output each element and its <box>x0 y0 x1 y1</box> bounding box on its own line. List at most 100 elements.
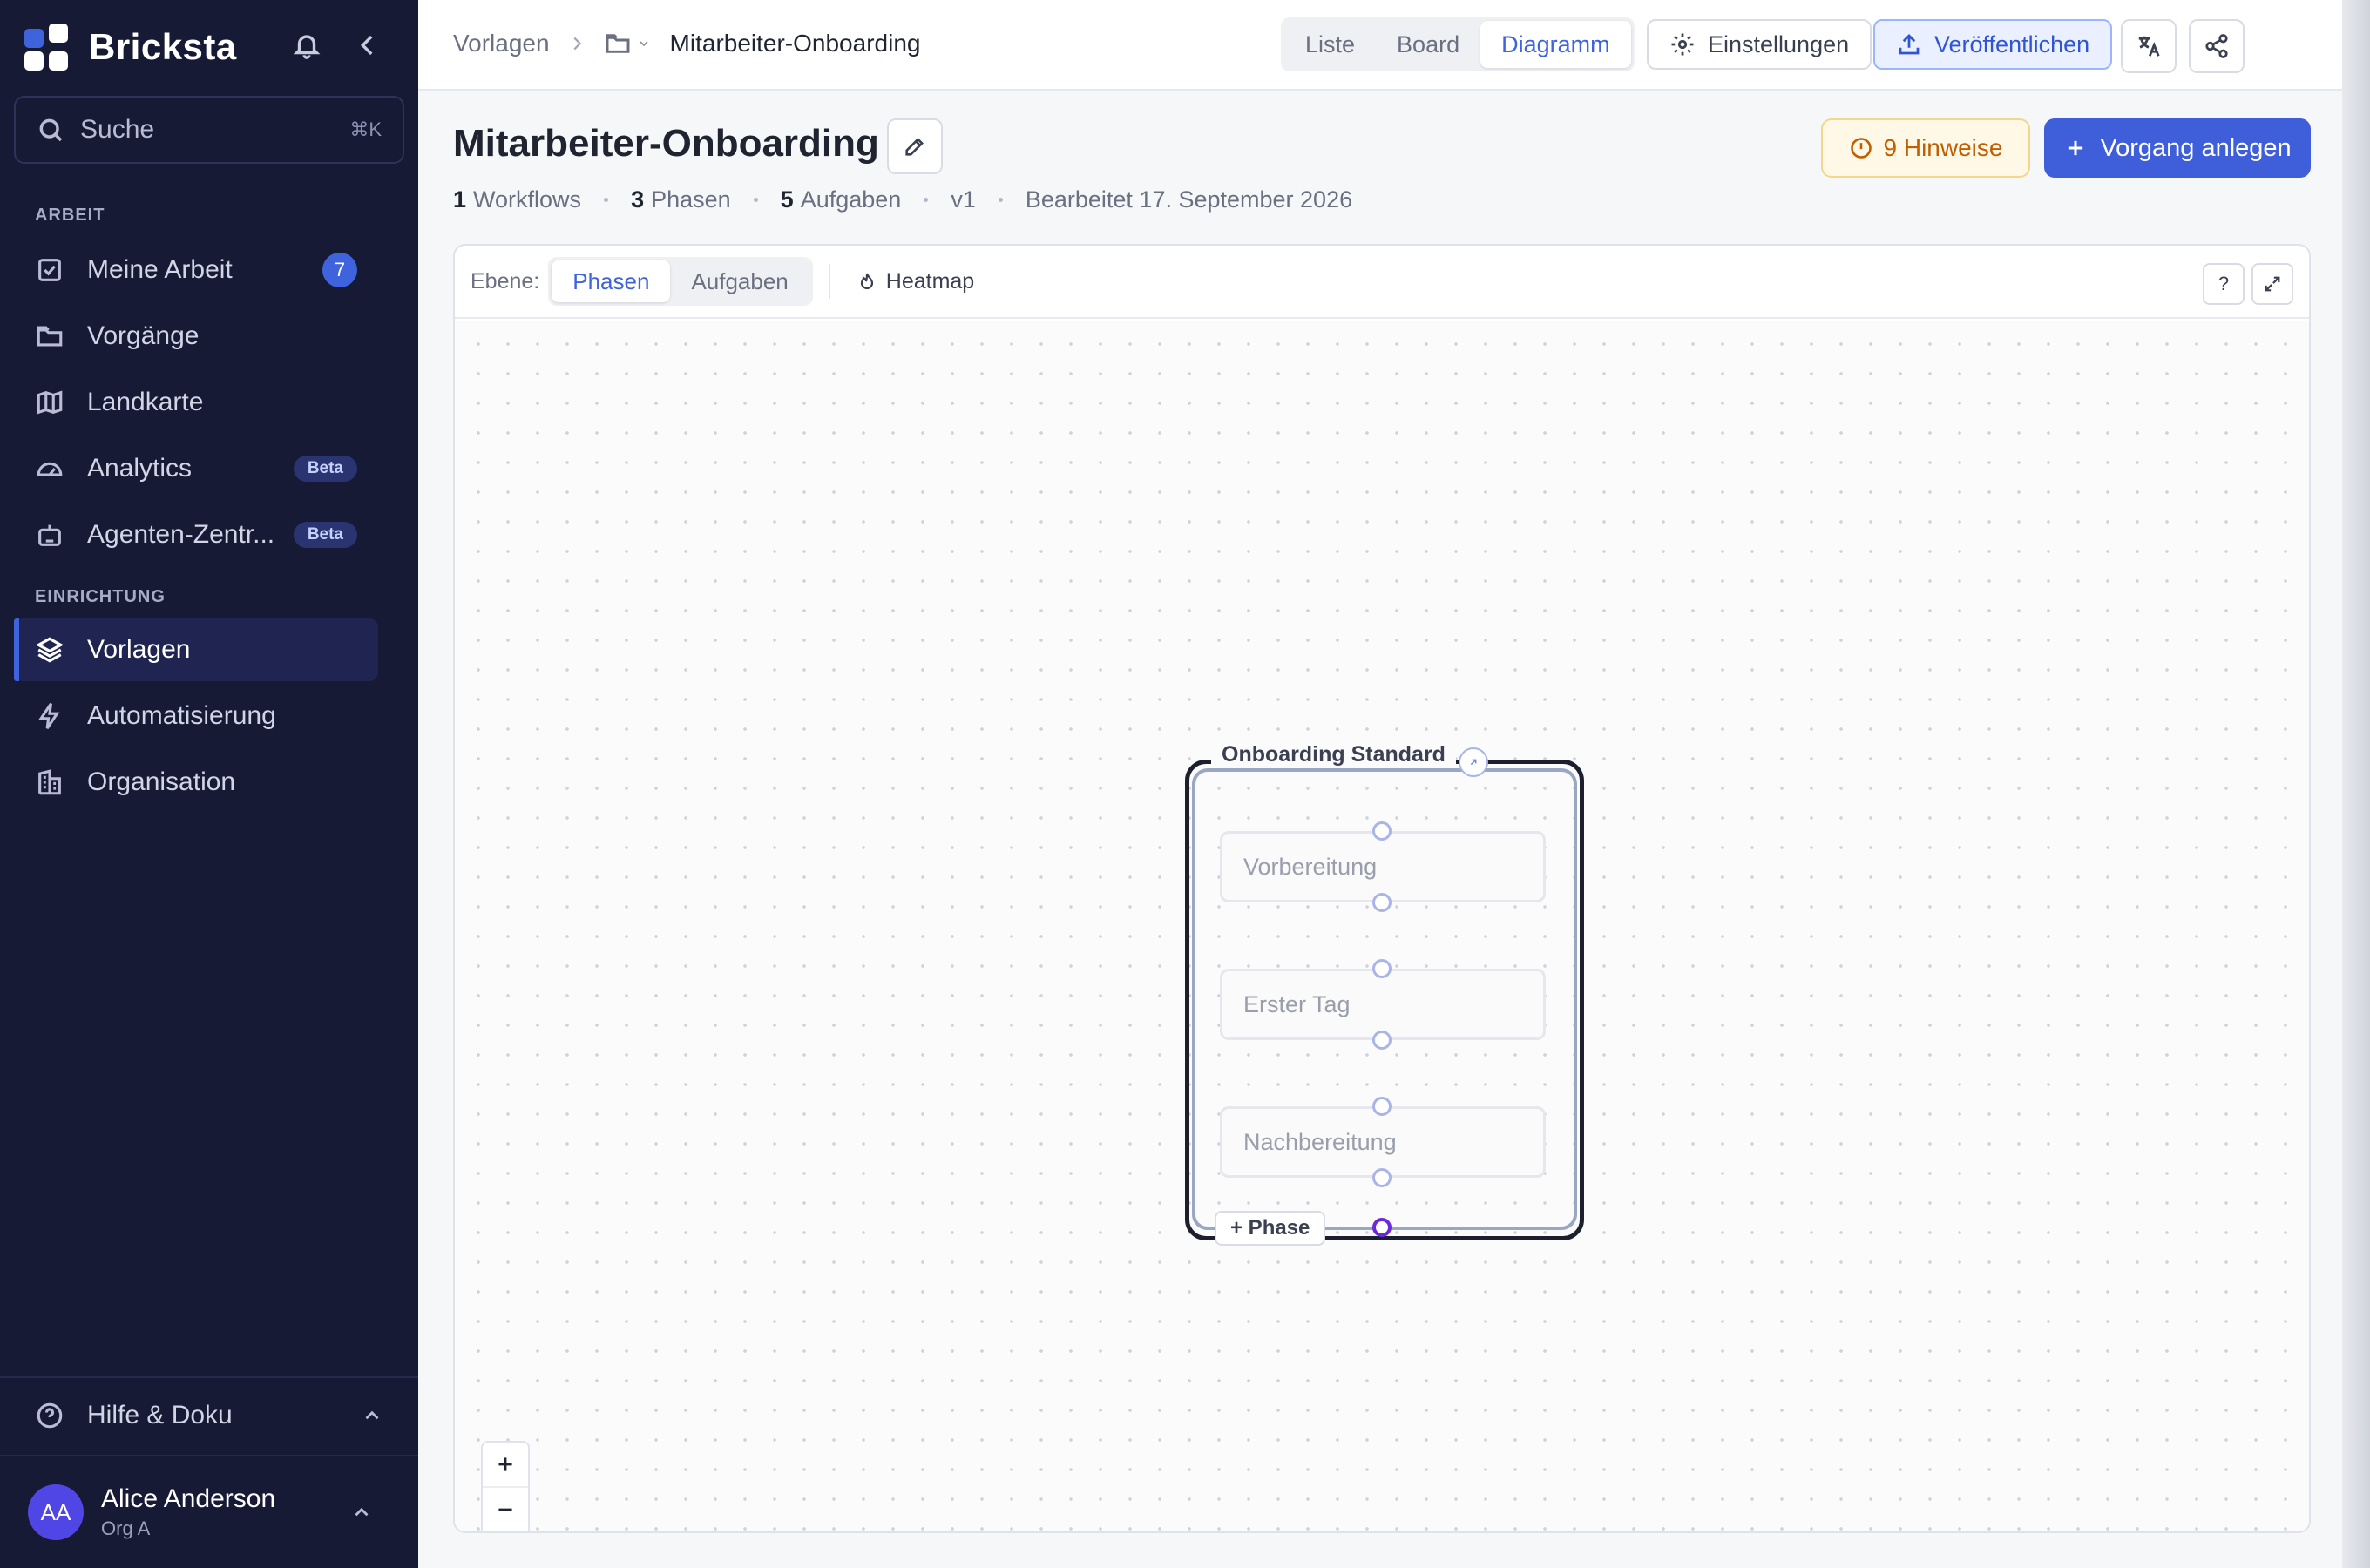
phase-node-erster-tag[interactable]: Erster Tag <box>1220 969 1546 1040</box>
checkbox-icon <box>38 259 61 281</box>
level-tab-phasen[interactable]: Phasen <box>552 260 671 302</box>
user-info: Alice Anderson Org A <box>101 1484 350 1540</box>
help-label: Hilfe & Doku <box>87 1401 233 1429</box>
canvas-toolbar: Ebene: Phasen Aufgaben Heatmap ? <box>455 246 2309 319</box>
bell-icon <box>293 35 321 59</box>
chevron-right-icon <box>573 37 581 51</box>
workflows-count: 1 <box>453 186 467 213</box>
section-label-arbeit: ARBEIT <box>35 206 105 225</box>
fullscreen-button[interactable] <box>2252 263 2293 305</box>
brand[interactable]: Bricksta <box>24 21 237 73</box>
flame-icon <box>860 273 873 290</box>
connection-handle[interactable] <box>1372 959 1392 978</box>
page-title: Mitarbeiter-Onboarding <box>453 122 879 165</box>
sidebar-item-label: Vorgänge <box>87 321 200 350</box>
sidebar: Bricksta Suche ⌘K ARBEIT Meine Arbeit 7 … <box>0 0 418 1568</box>
pencil-icon <box>905 138 924 156</box>
user-menu[interactable]: AA Alice Anderson Org A <box>28 1481 394 1544</box>
sidebar-item-organisation[interactable]: Organisation <box>14 751 378 814</box>
sidebar-item-label: Analytics <box>87 454 193 483</box>
robot-icon <box>38 524 61 546</box>
level-switcher: Phasen Aufgaben <box>548 257 813 306</box>
gauge-icon <box>37 462 63 476</box>
layers-icon <box>36 637 64 663</box>
notifications-button[interactable] <box>288 26 326 64</box>
view-switcher: Liste Board Diagramm <box>1281 17 1635 71</box>
phases-label: Phasen <box>651 186 731 213</box>
search-input[interactable]: Suche ⌘K <box>14 96 404 164</box>
sidebar-item-vorlagen[interactable]: Vorlagen <box>14 618 378 681</box>
breadcrumb-root[interactable]: Vorlagen <box>453 30 550 57</box>
sidebar-item-agenten-zentrum[interactable]: Agenten-Zentr... Beta <box>14 504 378 566</box>
hints-button[interactable]: 9 Hinweise <box>1821 118 2030 178</box>
folder-icon[interactable] <box>604 30 632 57</box>
translate-button[interactable] <box>2121 19 2177 73</box>
create-case-button[interactable]: Vorgang anlegen <box>2044 118 2311 178</box>
beta-badge: Beta <box>293 522 357 548</box>
topbar: Vorlagen Mitarbeiter-Onboarding Liste Bo… <box>418 0 2370 91</box>
sidebar-item-analytics[interactable]: Analytics Beta <box>14 437 378 500</box>
settings-label: Einstellungen <box>1708 30 1850 57</box>
template-meta: 1 Workflows 3 Phasen 5 Aufgaben v1 Bearbeit… <box>453 186 1352 213</box>
share-button[interactable] <box>2189 19 2245 73</box>
heatmap-label: Heatmap <box>885 268 975 294</box>
count-badge: 7 <box>322 253 357 287</box>
edit-title-button[interactable] <box>887 118 943 174</box>
collapse-sidebar-button[interactable] <box>349 26 387 64</box>
connection-handle[interactable] <box>1372 1031 1392 1050</box>
phases-count: 3 <box>631 186 645 213</box>
heatmap-toggle[interactable]: Heatmap <box>857 269 974 294</box>
canvas-help-button[interactable]: ? <box>2203 263 2245 305</box>
bricksta-logo-icon <box>24 24 70 71</box>
connection-handle[interactable] <box>1372 893 1392 912</box>
upload-icon <box>1899 34 1920 55</box>
warning-circle-icon <box>1850 138 1872 159</box>
translate-icon <box>2138 36 2160 57</box>
chevron-up-icon <box>355 1507 369 1517</box>
tab-diagramm[interactable]: Diagramm <box>1480 21 1631 68</box>
add-phase-button[interactable]: + Phase <box>1215 1211 1326 1246</box>
tab-board[interactable]: Board <box>1376 21 1480 68</box>
user-org: Org A <box>101 1517 151 1539</box>
connection-handle[interactable] <box>1372 1097 1392 1116</box>
zoom-in-button[interactable] <box>483 1443 528 1488</box>
hints-label: 9 Hinweise <box>1883 134 2003 161</box>
publish-label: Veröffentlichen <box>1934 30 2090 57</box>
sidebar-item-landkarte[interactable]: Landkarte <box>14 371 378 434</box>
share-icon <box>2205 34 2228 58</box>
zoom-out-button[interactable] <box>483 1488 528 1531</box>
phase-node-vorbereitung[interactable]: Vorbereitung <box>1220 831 1546 902</box>
level-tab-aufgaben[interactable]: Aufgaben <box>670 260 809 302</box>
sidebar-item-vorgaenge[interactable]: Vorgänge <box>14 305 378 368</box>
workflow-output-handle[interactable] <box>1372 1218 1392 1237</box>
minus-icon <box>498 1508 512 1511</box>
connection-handle[interactable] <box>1372 821 1392 841</box>
user-name: Alice Anderson <box>101 1484 276 1513</box>
expand-icon <box>2265 276 2280 292</box>
folder-icon <box>37 326 63 347</box>
phase-node-nachbereitung[interactable]: Nachbereitung <box>1220 1106 1546 1178</box>
workflows-label: Workflows <box>473 186 582 213</box>
app-name: Bricksta <box>89 26 237 67</box>
building-icon <box>38 769 61 795</box>
sidebar-item-label: Vorlagen <box>87 635 191 664</box>
sidebar-item-label: Agenten-Zentr... <box>87 520 275 549</box>
help-docs-button[interactable]: Hilfe & Doku <box>14 1385 404 1446</box>
section-label-einrichtung: EINRICHTUNG <box>35 587 166 606</box>
tasks-count: 5 <box>780 186 794 213</box>
diagram-area[interactable]: Onboarding Standard Vorbereitung Erster … <box>455 321 2309 1531</box>
publish-button[interactable]: Veröffentlichen <box>1873 19 2113 70</box>
window-edge <box>2342 0 2370 1568</box>
chevron-left-icon <box>360 35 373 56</box>
chevron-down-icon[interactable] <box>637 37 651 51</box>
plus-icon <box>2069 140 2083 156</box>
sidebar-item-meine-arbeit[interactable]: Meine Arbeit 7 <box>14 239 378 301</box>
tab-liste[interactable]: Liste <box>1284 21 1376 68</box>
open-workflow-button[interactable] <box>1459 747 1488 777</box>
search-shortcut: ⌘K <box>349 118 382 140</box>
avatar: AA <box>28 1484 84 1540</box>
sidebar-item-automatisierung[interactable]: Automatisierung <box>14 685 378 747</box>
settings-button[interactable]: Einstellungen <box>1647 19 1872 70</box>
connection-handle[interactable] <box>1372 1168 1392 1187</box>
search-placeholder: Suche <box>80 115 155 144</box>
